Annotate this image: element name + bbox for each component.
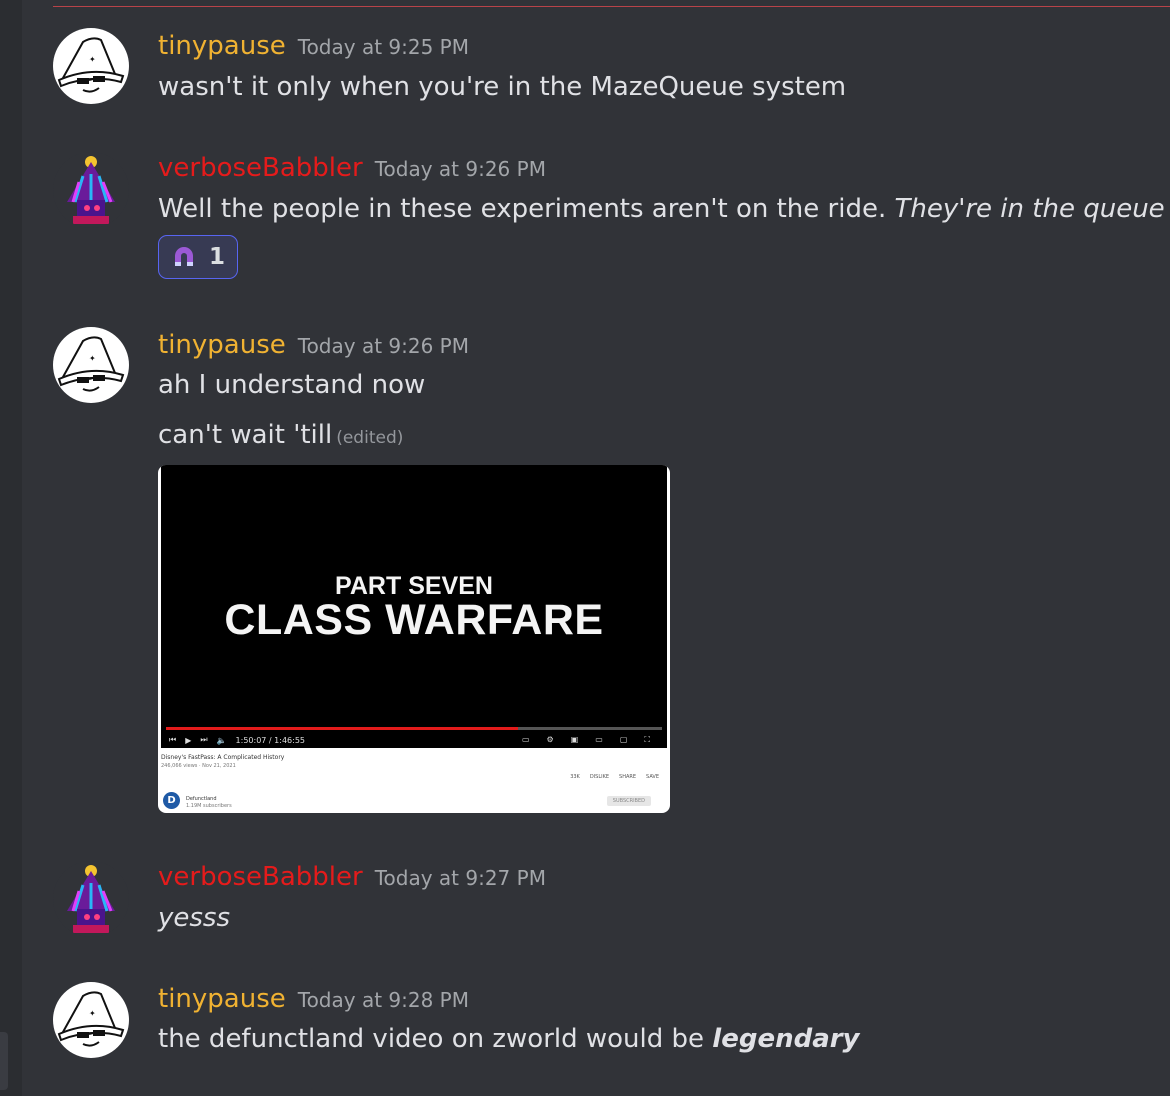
wizard-hat-avatar-icon: ✦ xyxy=(57,37,125,93)
video-progress-bar xyxy=(166,727,662,730)
timestamp[interactable]: Today at 9:27 PM xyxy=(375,866,546,890)
reaction-button[interactable]: 1 xyxy=(158,235,238,279)
video-title-card: CLASS WARFARE xyxy=(224,596,604,644)
svg-text:✦: ✦ xyxy=(89,55,96,64)
avatar[interactable]: ✦ xyxy=(53,28,129,104)
skip-forward-icon: ⏭ xyxy=(200,735,208,744)
message-text: can't wait 'till (edited) xyxy=(158,420,403,450)
message-header: tinypause Today at 9:28 PM xyxy=(158,984,469,1014)
message-header: verboseBabbler Today at 9:26 PM xyxy=(158,153,546,183)
wizard-pixel-avatar-icon xyxy=(67,156,115,224)
message-text: wasn't it only when you're in the MazeQu… xyxy=(158,72,847,102)
message-text-bold-italic: legendary xyxy=(712,1024,860,1054)
captions-icon: ▭ xyxy=(521,735,530,744)
channel-name: Defunctland xyxy=(186,796,217,802)
svg-text:✦: ✦ xyxy=(89,1009,96,1018)
avatar[interactable] xyxy=(53,861,129,937)
message-text-plain: the defunctland video on zworld would be xyxy=(158,1024,713,1054)
volume-icon: 🔈 xyxy=(216,735,227,745)
timestamp[interactable]: Today at 9:28 PM xyxy=(298,988,469,1012)
video-frame: PART SEVEN CLASS WARFARE ⏮ ▶ ⏭ 🔈 1:50:07… xyxy=(161,465,667,748)
left-rail xyxy=(0,0,22,1096)
wizard-hat-avatar-icon: ✦ xyxy=(57,336,125,392)
chat-view: ✦ tinypause Today at 9:25 PM wasn't it on… xyxy=(0,0,1170,1096)
message-header: tinypause Today at 9:26 PM xyxy=(158,330,469,360)
channel-logo: D xyxy=(163,792,180,809)
dislike-label: DISLIKE xyxy=(589,774,610,780)
avatar[interactable] xyxy=(53,152,129,228)
timestamp[interactable]: Today at 9:26 PM xyxy=(298,334,469,358)
wizard-hat-avatar-icon: ✦ xyxy=(57,991,125,1047)
message-text-italic: yesss xyxy=(158,903,231,933)
username[interactable]: verboseBabbler xyxy=(158,862,363,892)
like-count: 33K xyxy=(570,774,580,780)
miniplayer-icon: ▣ xyxy=(570,735,579,744)
timestamp[interactable]: Today at 9:26 PM xyxy=(375,157,546,181)
message-text-plain: can't wait 'till xyxy=(158,420,333,450)
avatar[interactable]: ✦ xyxy=(53,327,129,403)
time-readout: 1:50:07 / 1:46:55 xyxy=(235,735,305,745)
subscriber-count: 1.19M subscribers xyxy=(186,803,232,809)
svg-text:✦: ✦ xyxy=(89,354,96,363)
message-text: the defunctland video on zworld would be… xyxy=(158,1024,860,1054)
video-actions: 33K DISLIKE SHARE SAVE xyxy=(570,774,659,780)
save-label: SAVE xyxy=(646,774,659,780)
message-text-plain: Well the people in these experiments are… xyxy=(158,194,895,224)
play-icon: ▶ xyxy=(185,735,192,745)
share-label: SHARE xyxy=(619,774,637,780)
theater-icon: ▭ xyxy=(595,735,603,744)
skip-back-icon: ⏮ xyxy=(169,735,177,744)
message-text: Well the people in these experiments are… xyxy=(158,194,1165,224)
fullscreen-icon: ⛶ xyxy=(644,735,650,744)
settings-icon: ⚙ xyxy=(546,735,554,744)
video-title: Disney's FastPass: A Complicated History xyxy=(161,754,285,761)
scrollbar-stub[interactable] xyxy=(0,1032,8,1090)
cast-icon: ▢ xyxy=(619,735,628,744)
username[interactable]: tinypause xyxy=(158,984,286,1014)
message-header: verboseBabbler Today at 9:27 PM xyxy=(158,862,546,892)
message-text: ah I understand now xyxy=(158,370,426,400)
username[interactable]: tinypause xyxy=(158,330,286,360)
reaction-count: 1 xyxy=(209,244,226,270)
username[interactable]: tinypause xyxy=(158,31,286,61)
timestamp[interactable]: Today at 9:25 PM xyxy=(298,35,469,59)
video-progress-fill xyxy=(166,727,519,730)
avatar[interactable]: ✦ xyxy=(53,982,129,1058)
message-text: yesss xyxy=(158,903,230,933)
edited-label: (edited) xyxy=(336,428,404,448)
message-text-italic: They're in the queue xyxy=(894,194,1165,224)
message-header: tinypause Today at 9:25 PM xyxy=(158,31,469,61)
subscribe-badge: SUBSCRIBED xyxy=(606,796,651,806)
new-messages-divider xyxy=(53,6,1170,7)
wizard-pixel-avatar-icon xyxy=(67,865,115,933)
image-attachment[interactable]: PART SEVEN CLASS WARFARE ⏮ ▶ ⏭ 🔈 1:50:07… xyxy=(158,465,670,813)
username[interactable]: verboseBabbler xyxy=(158,153,363,183)
video-controls: ⏮ ▶ ⏭ 🔈 1:50:07 / 1:46:55 ▭ ⚙ ▣ ▭ ▢ ⛶ xyxy=(169,734,659,746)
magnet-icon xyxy=(175,247,193,266)
video-views: 246,066 views · Nov 21, 2021 xyxy=(161,763,236,769)
